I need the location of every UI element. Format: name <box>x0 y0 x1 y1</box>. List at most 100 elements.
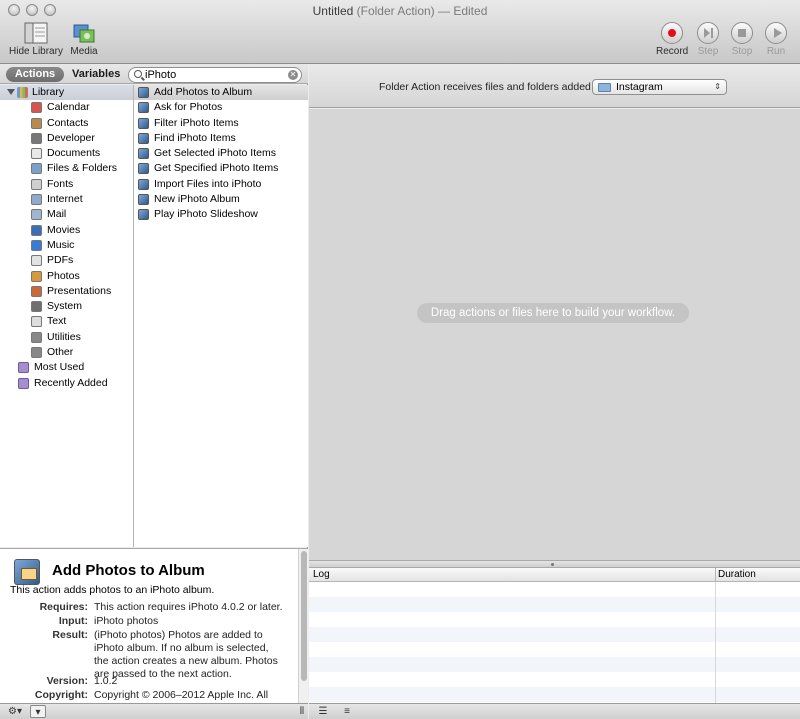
sidebar-item-calendar[interactable]: Calendar <box>0 100 133 115</box>
library-pane: Actions Variables ✕ Library Calendar Cont… <box>0 64 308 719</box>
hide-library-button[interactable]: Hide Library <box>8 22 64 57</box>
sidebar-item-recently-added[interactable]: Recently Added <box>0 376 133 391</box>
tab-actions[interactable]: Actions <box>6 67 64 82</box>
record-button[interactable]: Record <box>656 22 688 57</box>
compact-view-icon[interactable]: ≡ <box>339 705 355 718</box>
action-list-item[interactable]: Get Specified iPhoto Items <box>134 161 308 176</box>
smart-folder-icon <box>18 362 29 374</box>
action-label: Filter iPhoto Items <box>154 116 239 129</box>
sidebar-item-label: PDFs <box>47 254 74 267</box>
gear-menu-icon[interactable]: ⚙▾ <box>4 705 26 718</box>
action-label: Get Specified iPhoto Items <box>154 162 279 175</box>
sidebar-item-presentations[interactable]: Presentations <box>0 284 133 299</box>
other-icon <box>31 347 42 359</box>
show-description-icon[interactable]: ▾ <box>30 705 46 718</box>
action-label: Add Photos to Album <box>154 86 253 98</box>
action-list-item[interactable]: Filter iPhoto Items <box>134 116 308 131</box>
version-row: Version: 1.0.2 <box>0 675 300 688</box>
sidebar-item-utilities[interactable]: Utilities <box>0 330 133 345</box>
sidebar-item-label: Other <box>47 346 74 359</box>
disclosure-triangle-icon[interactable] <box>7 89 15 95</box>
action-list-item[interactable]: Get Selected iPhoto Items <box>134 146 308 161</box>
sidebar-item-other[interactable]: Other <box>0 345 133 360</box>
description-title: Add Photos to Album <box>52 562 205 579</box>
internet-icon <box>31 194 42 206</box>
media-button[interactable]: Media <box>66 22 102 57</box>
sidebar-item-fonts[interactable]: Fonts <box>0 177 133 192</box>
text-icon <box>31 316 42 328</box>
mail-icon <box>31 209 42 221</box>
action-list-item[interactable]: Ask for Photos <box>134 100 308 115</box>
sidebar-item-movies[interactable]: Movies <box>0 223 133 238</box>
result-value: (iPhoto photos) Photos are added to iPho… <box>94 629 278 680</box>
sidebar-item-files-folders[interactable]: Files & Folders <box>0 161 133 176</box>
run-button[interactable]: Run <box>762 22 790 57</box>
action-list-item[interactable]: Import Files into iPhoto <box>134 177 308 192</box>
sidebar-item-most-used[interactable]: Most Used <box>0 360 133 375</box>
library-bottom-bar: ⚙▾ ▾ ⦀ <box>0 703 308 719</box>
duration-column-header[interactable]: Duration <box>718 569 756 580</box>
search-input[interactable] <box>145 68 285 82</box>
action-list-item[interactable]: Play iPhoto Slideshow <box>134 207 308 222</box>
stop-button[interactable]: Stop <box>728 22 756 57</box>
sidebar-item-internet[interactable]: Internet <box>0 192 133 207</box>
iphoto-icon <box>138 209 149 221</box>
sidebar-item-pdfs[interactable]: PDFs <box>0 253 133 268</box>
folder-popup[interactable]: Instagram ⇕ <box>592 79 727 95</box>
sidebar-item-label: Movies <box>47 223 81 236</box>
sidebar-item-contacts[interactable]: Contacts <box>0 116 133 131</box>
library-root-item[interactable]: Library <box>0 85 133 101</box>
sidebar-item-label: Internet <box>47 193 83 206</box>
iphoto-icon <box>138 163 149 175</box>
action-label: Get Selected iPhoto Items <box>154 147 276 160</box>
pane-resize-handle-icon[interactable]: ⦀ <box>298 705 306 718</box>
sidebar-item-text[interactable]: Text <box>0 314 133 329</box>
list-view-icon[interactable]: ☰ <box>315 705 331 718</box>
version-value: 1.0.2 <box>94 675 118 687</box>
column-divider[interactable] <box>715 568 716 582</box>
photos-icon <box>31 270 42 282</box>
tab-variables[interactable]: Variables <box>72 67 120 82</box>
sidebar-item-photos[interactable]: Photos <box>0 269 133 284</box>
library-icon <box>24 22 48 44</box>
search-icon <box>134 70 142 78</box>
action-list-item[interactable]: Add Photos to Album <box>134 85 308 101</box>
requires-value: This action requires iPhoto 4.0.2 or lat… <box>94 601 283 613</box>
iphoto-icon <box>138 87 149 98</box>
workflow-log-splitter[interactable] <box>309 560 800 568</box>
library-category-list[interactable]: Library Calendar Contacts Developer Documen… <box>0 85 134 547</box>
sidebar-item-label: Documents <box>47 147 101 160</box>
system-icon <box>31 301 42 313</box>
input-row: Input: iPhoto photos <box>0 615 300 628</box>
sidebar-item-music[interactable]: Music <box>0 238 133 253</box>
log-row <box>309 627 800 642</box>
sidebar-item-mail[interactable]: Mail <box>0 207 133 222</box>
run-label: Run <box>766 46 786 57</box>
window-title: Untitled (Folder Action) — Edited <box>0 4 800 18</box>
sidebar-item-developer[interactable]: Developer <box>0 131 133 146</box>
description-scrollbar[interactable] <box>298 549 308 703</box>
files-icon <box>31 163 42 175</box>
sidebar-item-label: Contacts <box>47 116 89 129</box>
action-list[interactable]: Add Photos to Album Ask for Photos Filter … <box>134 85 308 547</box>
action-list-item[interactable]: New iPhoto Album <box>134 192 308 207</box>
step-button[interactable]: Step <box>694 22 722 57</box>
sidebar-item-label: Developer <box>47 131 95 144</box>
folder-action-header: Folder Action receives files and folders… <box>309 64 800 108</box>
input-value: iPhoto photos <box>94 615 159 627</box>
action-list-item[interactable]: Find iPhoto Items <box>134 131 308 146</box>
workflow-canvas[interactable]: Drag actions or files here to build your… <box>309 109 800 560</box>
sidebar-item-label: Text <box>47 315 67 328</box>
sidebar-item-label: Recently Added <box>34 376 108 389</box>
log-column-header[interactable]: Log <box>313 569 330 580</box>
splitter-grip-icon[interactable] <box>551 563 554 566</box>
movies-icon <box>31 224 42 236</box>
sidebar-item-system[interactable]: System <box>0 299 133 314</box>
sidebar-item-documents[interactable]: Documents <box>0 146 133 161</box>
clear-search-icon[interactable]: ✕ <box>288 70 298 80</box>
sidebar-item-label: Files & Folders <box>47 162 118 175</box>
scrollbar-thumb[interactable] <box>301 551 307 681</box>
window-title-suffix: (Folder Action) — Edited <box>356 4 488 18</box>
result-label: Result: <box>52 629 88 641</box>
search-field[interactable]: ✕ <box>128 67 302 83</box>
